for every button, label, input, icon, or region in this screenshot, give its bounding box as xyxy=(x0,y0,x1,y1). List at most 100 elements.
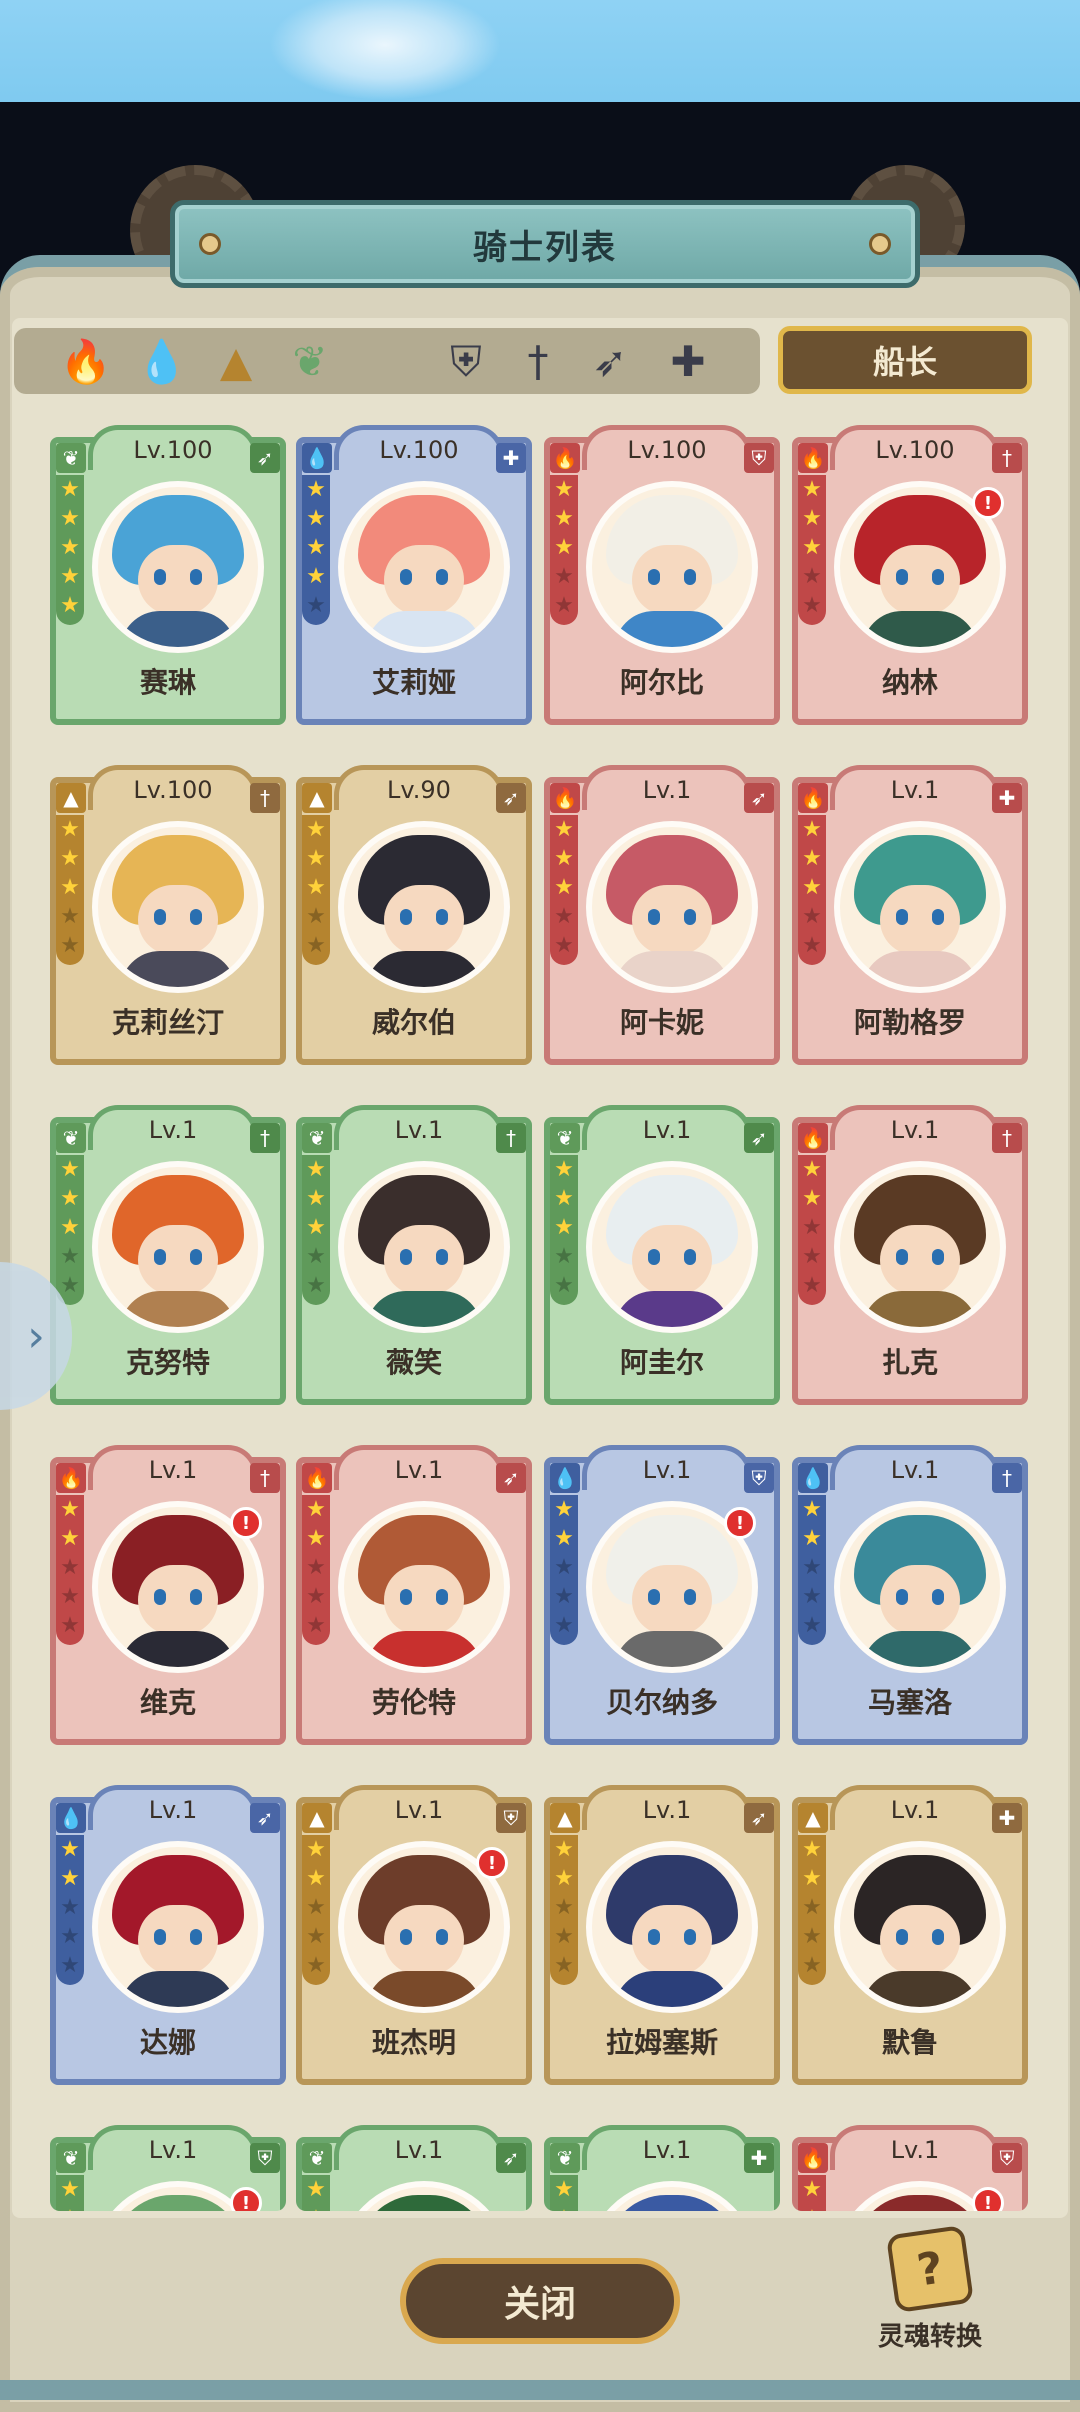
star-rating: ★★★★★ xyxy=(302,1835,330,1985)
earth-element-icon: ▲ xyxy=(302,1803,332,1833)
knight-card[interactable]: Lv.1 💧 ➶ ★ ★ ★ ★ ★ 达娜 xyxy=(50,1785,286,2085)
star-empty-icon: ★ xyxy=(802,1895,822,1920)
star-filled-icon: ★ xyxy=(798,2204,826,2211)
knight-card[interactable]: Lv.1 ❦ † ★ ★ ★ ★ ★ 薇笑 xyxy=(296,1105,532,1405)
banner-stud-left xyxy=(199,233,221,255)
captain-button[interactable]: 船长 xyxy=(778,326,1032,394)
knight-card[interactable]: Lv.1 🔥 † ★ ★ ★ ★ ★! 维克 xyxy=(50,1445,286,1745)
knight-card[interactable]: Lv.100 🔥 † ★ ★ ★ ★ ★! 纳林 xyxy=(792,425,1028,725)
knight-card[interactable]: Lv.1 💧 ⛨ ★ ★ ★ ★ ★! 贝尔纳多 xyxy=(544,1445,780,1745)
knight-card[interactable]: Lv.1❦➶★★★★★ xyxy=(296,2125,532,2211)
fire-element-filter-icon[interactable]: 🔥 xyxy=(58,334,114,390)
portrait-eye xyxy=(896,1929,908,1945)
portrait-eye xyxy=(400,569,412,585)
knight-card[interactable]: Lv.100 ❦ ➶ ★ ★ ★ ★ ★ 赛琳 xyxy=(50,425,286,725)
knight-card[interactable]: Lv.1 🔥 ➶ ★ ★ ★ ★ ★ 阿卡妮 xyxy=(544,765,780,1065)
close-button[interactable]: 关闭 xyxy=(400,2258,680,2344)
knight-name: 贝尔纳多 xyxy=(605,1686,718,1719)
bow-class-icon: ➶ xyxy=(496,1463,526,1493)
portrait-face xyxy=(384,885,464,955)
knight-card[interactable]: Lv.1🔥⛨★★★★★! xyxy=(792,2125,1028,2211)
knight-card[interactable]: Lv.100 💧 ✚ ★ ★ ★ ★ ★ 艾莉娅 xyxy=(296,425,532,725)
star-rating: ★★★★★ xyxy=(798,1835,826,1985)
knight-card[interactable]: Lv.100 🔥 ⛨ ★ ★ ★ ★ ★ 阿尔比 xyxy=(544,425,780,725)
knight-card[interactable]: Lv.1 🔥 ➶ ★ ★ ★ ★ ★ 劳伦特 xyxy=(296,1445,532,1745)
level-label: Lv.90 xyxy=(334,765,504,810)
knight-name: 纳林 xyxy=(881,666,938,699)
star-rating: ★★★★★ xyxy=(302,2175,330,2211)
knight-portrait xyxy=(92,1161,264,1333)
star-filled-icon: ★ xyxy=(60,1157,80,1182)
knight-card[interactable]: Lv.1 ▲ ⛨ ★ ★ ★ ★ ★! 班杰明 xyxy=(296,1785,532,2085)
water-element-filter-icon[interactable]: 💧 xyxy=(134,334,190,390)
star-filled-icon: ★ xyxy=(306,1497,326,1522)
knight-card[interactable]: Lv.1 ❦ ➶ ★ ★ ★ ★ ★ 阿圭尔 xyxy=(544,1105,780,1405)
knight-name: 拉姆塞斯 xyxy=(605,2026,718,2059)
star-filled-icon: ★ xyxy=(60,1215,80,1240)
earth-element-filter-icon[interactable]: ▲ xyxy=(208,334,264,390)
sword-class-icon: † xyxy=(992,1463,1022,1493)
knight-card[interactable]: Lv.1 ▲ ✚ ★ ★ ★ ★ ★ 默鲁 xyxy=(792,1785,1028,2085)
portrait-body xyxy=(862,1971,978,2007)
wind-element-filter-icon[interactable]: ❦ xyxy=(282,334,338,390)
level-label: Lv.1 xyxy=(88,1105,258,1150)
shield-class-filter-icon[interactable]: ⛨ xyxy=(438,334,494,390)
star-filled-icon: ★ xyxy=(802,875,822,900)
level-label: Lv.1 xyxy=(88,1785,258,1830)
portrait-face xyxy=(384,545,464,615)
star-filled-icon: ★ xyxy=(802,846,822,871)
star-empty-icon: ★ xyxy=(554,1953,574,1978)
portrait-face xyxy=(632,885,712,955)
knight-portrait xyxy=(92,1841,264,2013)
wind-element-icon: ❦ xyxy=(550,2143,580,2173)
sword-class-filter-icon[interactable]: † xyxy=(510,334,566,390)
bow-class-filter-icon[interactable]: ➶ xyxy=(582,334,638,390)
portrait-face xyxy=(632,545,712,615)
star-filled-icon: ★ xyxy=(306,535,326,560)
star-filled-icon: ★ xyxy=(306,1837,326,1862)
knight-card[interactable]: Lv.1 🔥 † ★ ★ ★ ★ ★ 扎克 xyxy=(792,1105,1028,1405)
fire-element-icon: 🔥 xyxy=(550,443,580,473)
knight-card[interactable]: Lv.1 💧 † ★ ★ ★ ★ ★ 马塞洛 xyxy=(792,1445,1028,1745)
knight-card[interactable]: Lv.1 🔥 ✚ ★ ★ ★ ★ ★ 阿勒格罗 xyxy=(792,765,1028,1065)
knight-card[interactable]: Lv.1❦⛨★★★★★! xyxy=(50,2125,286,2211)
star-empty-icon: ★ xyxy=(802,1613,822,1638)
level-label: Lv.1 xyxy=(334,1105,504,1150)
knight-card[interactable]: Lv.100 ▲ † ★ ★ ★ ★ ★ 克莉丝汀 xyxy=(50,765,286,1065)
star-rating: ★★★★★ xyxy=(798,1495,826,1645)
star-filled-icon: ★ xyxy=(306,506,326,531)
portrait-body xyxy=(366,611,482,647)
knight-portrait xyxy=(586,1161,758,1333)
soul-convert-button[interactable]: ? 灵魂转换 xyxy=(870,2224,990,2370)
portrait-eye xyxy=(436,1589,448,1605)
star-rating: ★★★★★ xyxy=(56,2175,84,2211)
knight-card[interactable]: Lv.1❦✚★★★★★ xyxy=(544,2125,780,2211)
portrait-face xyxy=(880,1225,960,1295)
sword-class-icon: † xyxy=(250,783,280,813)
healer-class-filter-icon[interactable]: ✚ xyxy=(660,334,716,390)
knight-card[interactable]: Lv.90 ▲ ➶ ★ ★ ★ ★ ★ 威尔伯 xyxy=(296,765,532,1065)
portrait-face xyxy=(632,1565,712,1635)
knight-card[interactable]: Lv.1 ▲ ➶ ★ ★ ★ ★ ★ 拉姆塞斯 xyxy=(544,1785,780,2085)
level-label: Lv.1 xyxy=(582,1785,752,1830)
knight-card[interactable]: Lv.1 ❦ † ★ ★ ★ ★ ★ 克努特 xyxy=(50,1105,286,1405)
portrait-face xyxy=(138,545,218,615)
wind-element-icon: ❦ xyxy=(550,1123,580,1153)
earth-element-icon: ▲ xyxy=(550,1803,580,1833)
portrait-eye xyxy=(932,1249,944,1265)
star-rating: ★★★★★ xyxy=(56,1155,84,1305)
star-filled-icon: ★ xyxy=(554,506,574,531)
portrait-eye xyxy=(436,1249,448,1265)
portrait-eye xyxy=(154,909,166,925)
healer-class-icon: ✚ xyxy=(992,783,1022,813)
star-filled-icon: ★ xyxy=(554,1157,574,1182)
shield-class-icon: ⛨ xyxy=(250,2143,280,2173)
star-empty-icon: ★ xyxy=(306,1555,326,1580)
alert-badge-icon: ! xyxy=(972,487,1004,519)
portrait-face xyxy=(632,1225,712,1295)
portrait-body xyxy=(614,611,730,647)
portrait-body xyxy=(614,1631,730,1667)
star-empty-icon: ★ xyxy=(306,904,326,929)
star-filled-icon: ★ xyxy=(554,1866,574,1891)
alert-badge-icon: ! xyxy=(476,1847,508,1879)
